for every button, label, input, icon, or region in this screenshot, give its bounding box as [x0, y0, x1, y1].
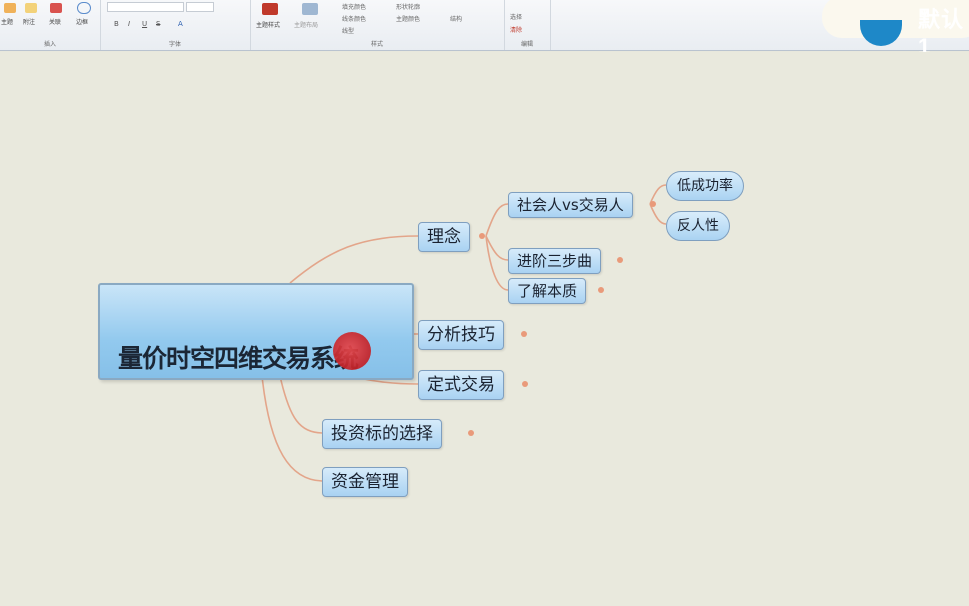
topic-concept-label: 理念: [427, 227, 461, 247]
topic-targets-label: 投资标的选择: [331, 424, 433, 444]
expand-steps-icon[interactable]: [617, 257, 623, 263]
expand-social-icon[interactable]: [650, 201, 656, 207]
topic-anti-human[interactable]: 反人性: [666, 211, 730, 241]
topic-low-success[interactable]: 低成功率: [666, 171, 744, 201]
link-capital: [261, 375, 323, 482]
expand-fixed-icon[interactable]: [522, 381, 528, 387]
topic-essence[interactable]: 了解本质: [508, 278, 587, 304]
expand-targets-icon[interactable]: [468, 430, 474, 436]
topic-steps-label: 进阶三步曲: [517, 252, 593, 270]
topic-capital[interactable]: 资金管理: [322, 467, 408, 497]
expand-essence-icon[interactable]: [598, 287, 604, 293]
topic-concept[interactable]: 理念: [418, 222, 470, 252]
topic-fixed-label: 定式交易: [427, 375, 495, 395]
expand-analysis-icon[interactable]: [521, 331, 527, 337]
link-concept: [289, 235, 419, 284]
cursor-highlight: [333, 332, 371, 370]
link-social: [485, 203, 509, 237]
topic-low-success-label: 低成功率: [677, 178, 733, 194]
topic-essence-label: 了解本质: [517, 282, 578, 300]
central-topic[interactable]: 量价时空四维交易系统: [98, 283, 414, 380]
topic-analysis-label: 分析技巧: [427, 325, 495, 345]
topic-targets[interactable]: 投资标的选择: [322, 419, 442, 449]
central-topic-label: 量价时空四维交易系统: [118, 344, 359, 373]
topic-analysis[interactable]: 分析技巧: [418, 320, 504, 350]
link-targets: [279, 375, 323, 434]
topic-social[interactable]: 社会人vs交易人: [508, 192, 633, 218]
topic-social-label: 社会人vs交易人: [517, 196, 624, 214]
link-anti-human: [649, 203, 667, 225]
topic-capital-label: 资金管理: [331, 472, 399, 492]
topic-anti-human-label: 反人性: [677, 218, 719, 234]
topic-steps[interactable]: 进阶三步曲: [508, 248, 602, 274]
topic-fixed[interactable]: 定式交易: [418, 370, 504, 400]
expand-concept-icon[interactable]: [479, 233, 485, 239]
